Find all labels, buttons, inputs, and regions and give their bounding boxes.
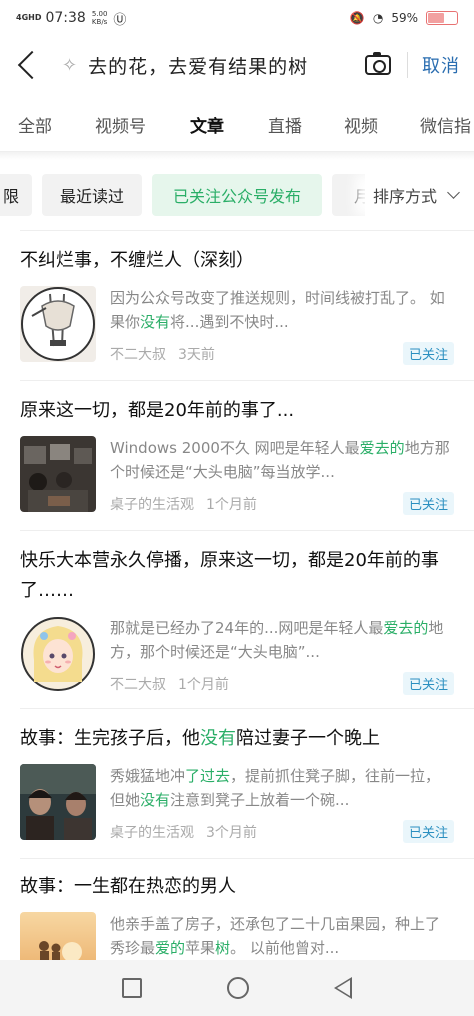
highlighted-keyword: 了过去 [185,767,231,785]
article-time: 3个月前 [206,824,257,841]
sort-dropdown[interactable]: 排序方式 [364,174,474,216]
followed-badge: 已关注 [402,820,454,843]
search-bar: ✧ 去的花，去爱有结果的树 取消 [0,36,474,94]
filter-bar: 限 最近读过 已关注公众号发布 月 排序方式 [0,172,474,220]
status-bar: 4GHD 07:38 5.00 KB/s Ⓤ 🔕 ◔ 59% [0,0,474,36]
home-icon[interactable] [226,977,249,999]
text-segment: 陪过妻子一个晚上 [236,728,380,749]
recent-apps-icon[interactable] [122,978,143,998]
network-speed: 5.00 KB/s [91,10,108,26]
movie-still-thumbnail [20,764,96,840]
battery-icon [426,11,458,25]
camera-icon[interactable] [365,52,391,75]
text-segment: 。 以前他曾对... [230,939,340,957]
article-item[interactable]: 快乐大本营永久停播，原来这一切，都是20年前的事了…… 那就是已经办了24年的.… [20,546,454,695]
article-title: 故事：生完孩子后，他没有陪过妻子一个晚上 [20,724,454,754]
tab-videos[interactable]: 视频 [344,112,378,137]
followed-badge: 已关注 [402,672,454,695]
tab-channels[interactable]: 视频号 [95,112,146,137]
highlighted-keyword: 爱去的 [359,439,405,457]
sparkle-icon: ✧ [62,54,79,76]
article-author: 不二大叔 [110,676,166,693]
text-segment: 将...遇到不快时... [170,313,289,331]
highlighted-keyword: 没有 [200,728,236,749]
chevron-down-icon [447,186,460,199]
article-item[interactable]: 故事：生完孩子后，他没有陪过妻子一个晚上 秀娥猛地冲了过去，提前抓住凳子脚，往前… [20,724,454,843]
article-item[interactable]: 不纠烂事，不缠烂人（深刻） 因为公众号改变了推送规则，时间线被打乱了。 如果你没… [20,246,454,365]
internet-cafe-photo-thumbnail [20,436,96,512]
sketch-figure-thumbnail [20,286,96,362]
text-segment: 注意到凳子上放着一个碗... [170,791,350,809]
cartoon-girl-avatar-thumbnail [20,616,96,692]
divider [407,52,408,78]
article-time: 1个月前 [178,676,229,693]
back-arrow-icon[interactable] [17,50,47,80]
highlighted-keyword: 爱的 [155,939,186,957]
article-snippet: 因为公众号改变了推送规则，时间线被打乱了。 如果你没有将...遇到不快时... [110,286,454,334]
article-snippet: Windows 2000不久 网吧是年轻人最爱去的地方那个时候还是“大头电脑”每… [110,436,454,484]
tab-articles[interactable]: 文章 [190,112,224,137]
tab-wechat-index[interactable]: 微信指 [420,112,471,137]
followed-badge: 已关注 [402,492,454,515]
highlighted-keyword: 爱去的 [383,619,429,637]
filter-chip-limit[interactable]: 限 [0,174,32,216]
filter-chip-followed-accounts[interactable]: 已关注公众号发布 [152,174,322,216]
clock: 07:38 [45,10,86,26]
cancel-button[interactable]: 取消 [422,52,460,78]
text-segment: 那就是已经办了24年的...网吧是年轻人最 [110,619,384,637]
article-author: 桌子的生活观 [110,824,194,841]
tab-live[interactable]: 直播 [268,112,302,137]
article-snippet: 他亲手盖了房子，还承包了二十几亩果园，种上了秀珍最爱的苹果树。 以前他曾对... [110,912,454,960]
article-title: 快乐大本营永久停播，原来这一切，都是20年前的事了…… [20,550,439,601]
network-indicator: 4GHD [16,13,42,22]
battery-percent: 59% [391,11,418,25]
article-item[interactable]: 原来这一切，都是20年前的事了... Windows 2000不久 网吧是年轻人… [20,396,454,515]
system-navigation-bar [0,960,474,1016]
article-title: 故事：一生都在热恋的男人 [20,876,236,897]
mute-icon: 🔕 [349,11,365,25]
category-tabs: 全部 视频号 文章 直播 视频 微信指 [0,94,474,152]
article-title: 不纠烂事，不缠烂人（深刻） [20,250,254,271]
article-title: 原来这一切，都是20年前的事了... [20,400,295,421]
search-query-text: 去的花，去爱有结果的树 [88,55,309,78]
highlighted-keyword: 树 [215,939,231,957]
highlighted-keyword: 没有 [140,791,171,809]
text-segment: 苹果 [185,939,216,957]
tab-all[interactable]: 全部 [18,112,52,137]
article-snippet: 那就是已经办了24年的...网吧是年轻人最爱去的地方，那个时候还是“大头电脑”.… [110,616,454,664]
sort-label: 排序方式 [372,187,437,206]
article-time: 3天前 [178,346,215,363]
notification-icon: Ⓤ [113,12,127,28]
text-segment: 秀娥猛地冲 [110,767,186,785]
article-author: 不二大叔 [110,346,166,363]
article-snippet: 秀娥猛地冲了过去，提前抓住凳子脚，往前一拉，但她没有注意到凳子上放着一个碗... [110,764,454,812]
wifi-icon: ◔ [372,11,384,25]
highlighted-keyword: 没有 [140,313,171,331]
back-triangle-icon[interactable] [333,977,352,999]
text-segment: 故事：生完孩子后，他 [20,728,200,749]
article-author: 桌子的生活观 [110,496,194,513]
filter-chip-recently-read[interactable]: 最近读过 [42,174,142,216]
followed-badge: 已关注 [402,342,454,365]
text-segment: Windows 2000不久 网吧是年轻人最 [110,439,360,457]
search-input[interactable]: ✧ 去的花，去爱有结果的树 [62,52,308,79]
article-time: 1个月前 [206,496,257,513]
